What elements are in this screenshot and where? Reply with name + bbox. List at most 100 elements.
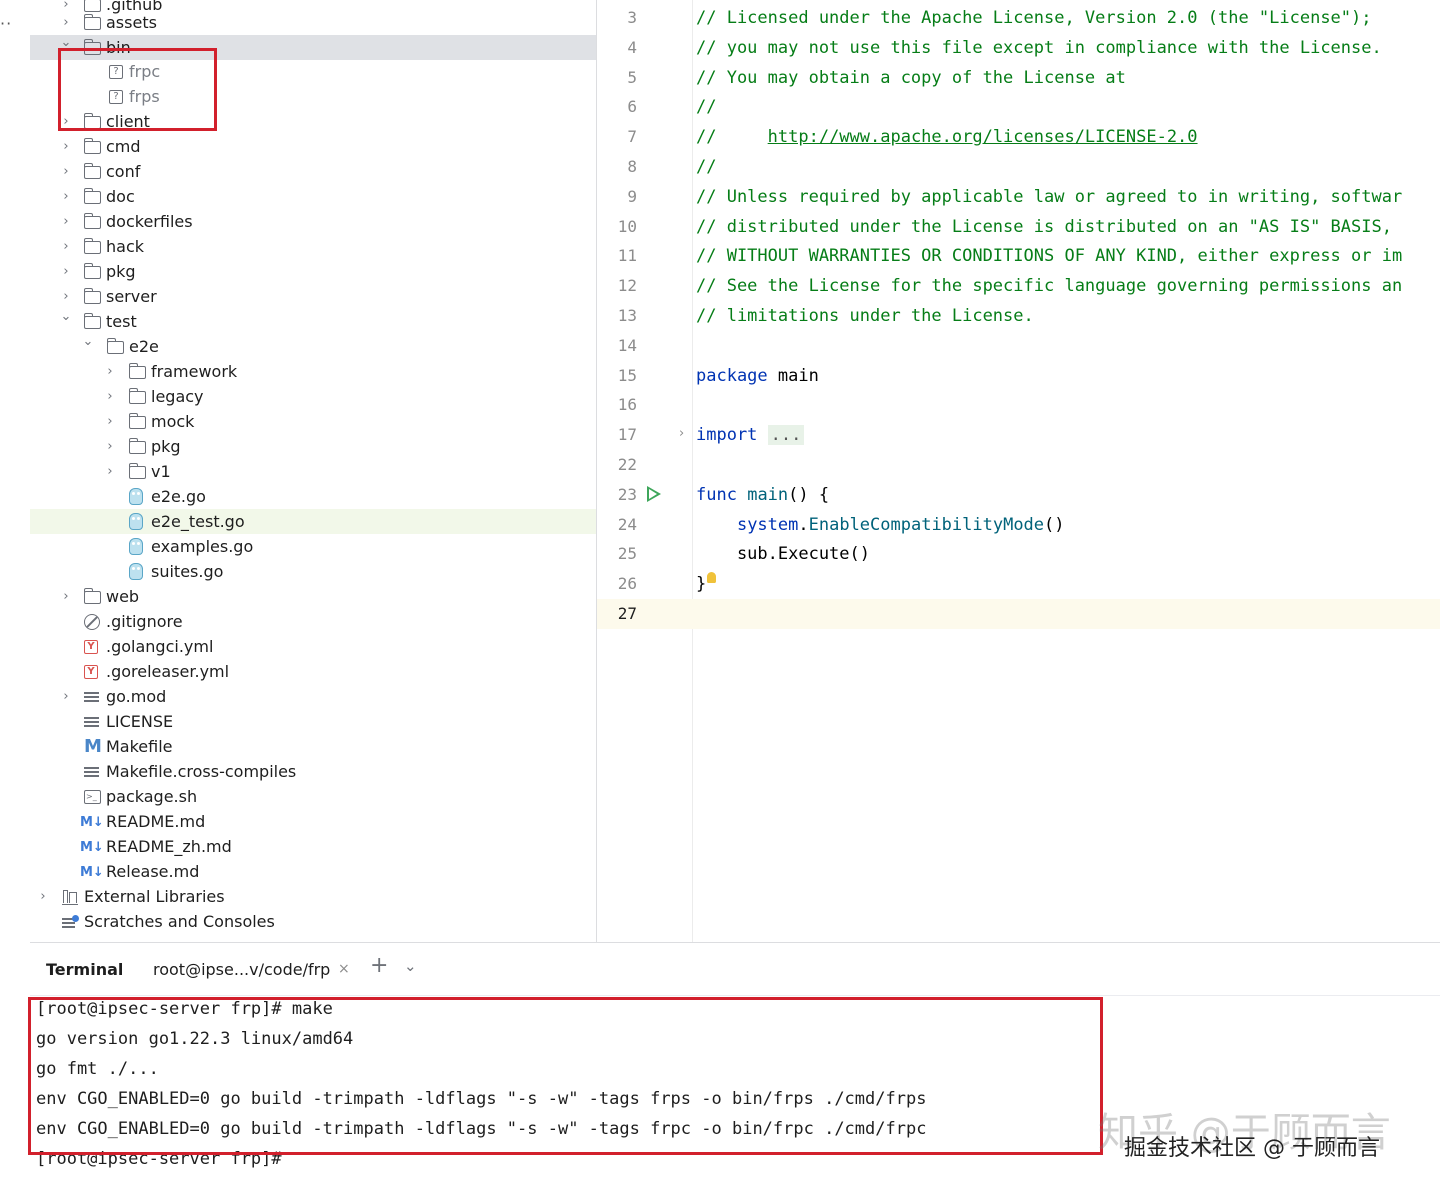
code-line[interactable]: 6 // — [597, 92, 1440, 122]
chevron-right-icon[interactable]: › — [59, 234, 73, 259]
code-line[interactable]: 3 // Licensed under the Apache License, V… — [597, 3, 1440, 33]
chevron-down-icon[interactable]: ⌄ — [59, 309, 73, 334]
code-text: // Licensed under the Apache License, Ve… — [696, 3, 1372, 33]
code-line[interactable]: 5 // You may obtain a copy of the License… — [597, 63, 1440, 93]
tree-item[interactable]: e2e_test.go — [30, 509, 596, 534]
code-line[interactable]: 12 // See the License for the specific la… — [597, 271, 1440, 301]
text-file-icon — [84, 766, 99, 779]
new-tab-icon[interactable]: + — [370, 953, 388, 978]
fold-chevron-icon[interactable]: › — [679, 426, 684, 441]
tree-item[interactable]: › framework — [30, 359, 596, 384]
tree-item[interactable]: Y .goreleaser.yml — [30, 659, 596, 684]
chevron-right-icon[interactable]: › — [59, 159, 73, 184]
tree-item[interactable]: ⌄ e2e — [30, 334, 596, 359]
code-line[interactable]: 7 // http://www.apache.org/licenses/LICEN… — [597, 122, 1440, 152]
tree-item[interactable]: LICENSE — [30, 709, 596, 734]
code-token: sub.Execute() — [696, 544, 870, 565]
go-file-icon — [129, 513, 143, 530]
code-line[interactable]: 23 func main() { — [597, 480, 1440, 510]
code-token: func — [696, 484, 737, 505]
tree-item-label: doc — [106, 187, 135, 206]
code-line[interactable]: 15 package main — [597, 361, 1440, 391]
chevron-right-icon[interactable]: › — [103, 459, 117, 484]
code-line[interactable]: 10 // distributed under the License is di… — [597, 212, 1440, 242]
tree-item[interactable]: Makefile.cross-compiles — [30, 759, 596, 784]
tree-item[interactable]: › web — [30, 584, 596, 609]
chevron-right-icon[interactable]: › — [59, 184, 73, 209]
chevron-right-icon[interactable]: › — [59, 10, 73, 35]
scratches-icon — [62, 915, 79, 929]
folder-icon — [83, 163, 101, 179]
chevron-right-icon[interactable]: › — [59, 284, 73, 309]
code-line[interactable]: 14 — [597, 331, 1440, 361]
tree-item[interactable]: .gitignore — [30, 609, 596, 634]
code-editor[interactable]: 3 // Licensed under the Apache License, V… — [597, 0, 1440, 942]
close-tab-icon[interactable]: × — [338, 961, 350, 977]
tree-item[interactable]: examples.go — [30, 534, 596, 559]
project-tree[interactable]: › .github › assets ⌄ bin? frpc? frps › client › cmd… — [30, 0, 596, 942]
code-line[interactable]: 24 system.EnableCompatibilityMode() — [597, 510, 1440, 540]
tree-item[interactable]: M↓ Release.md — [30, 859, 596, 884]
chevron-down-icon[interactable]: ⌄ — [404, 957, 417, 975]
code-line[interactable]: 16 — [597, 390, 1440, 420]
chevron-right-icon[interactable]: › — [103, 359, 117, 384]
code-line[interactable]: 8 // — [597, 152, 1440, 182]
tree-item[interactable]: › server — [30, 284, 596, 309]
tree-item[interactable]: › assets — [30, 10, 596, 35]
tree-item[interactable]: M↓ README.md — [30, 809, 596, 834]
tree-item-label: examples.go — [151, 537, 254, 556]
code-line[interactable]: 26} — [597, 569, 1440, 599]
chevron-right-icon[interactable]: › — [103, 434, 117, 459]
tree-item[interactable]: › External Libraries — [30, 884, 596, 909]
chevron-right-icon[interactable]: › — [36, 884, 50, 909]
tree-item[interactable]: suites.go — [30, 559, 596, 584]
line-number: 6 — [627, 97, 637, 117]
markdown-icon: M↓ — [80, 865, 104, 880]
run-icon[interactable] — [647, 486, 661, 502]
chevron-right-icon[interactable]: › — [59, 684, 73, 709]
code-line[interactable]: 13 // limitations under the License. — [597, 301, 1440, 331]
tree-item[interactable]: › pkg — [30, 434, 596, 459]
code-text: } — [696, 569, 706, 599]
tree-item[interactable]: Scratches and Consoles — [30, 909, 596, 934]
go-file-icon — [129, 563, 143, 580]
tree-item[interactable]: › v1 — [30, 459, 596, 484]
tree-item[interactable]: › dockerfiles — [30, 209, 596, 234]
code-line[interactable]: 25 sub.Execute() — [597, 539, 1440, 569]
code-line[interactable]: 4 // you may not use this file except in … — [597, 33, 1440, 63]
chevron-right-icon[interactable]: › — [103, 384, 117, 409]
tree-item[interactable]: Y .golangci.yml — [30, 634, 596, 659]
tree-item[interactable]: e2e.go — [30, 484, 596, 509]
tree-item[interactable]: M Makefile — [30, 734, 596, 759]
tree-item[interactable]: › conf — [30, 159, 596, 184]
code-line[interactable]: 11 // WITHOUT WARRANTIES OR CONDITIONS OF… — [597, 241, 1440, 271]
library-icon — [62, 890, 78, 905]
tree-item[interactable]: › cmd — [30, 134, 596, 159]
tree-item[interactable]: › hack — [30, 234, 596, 259]
code-line[interactable]: 9 // Unless required by applicable law or… — [597, 182, 1440, 212]
tree-item[interactable]: >_ package.sh — [30, 784, 596, 809]
code-line[interactable]: 17 import ... — [597, 420, 1440, 450]
tree-item[interactable]: › legacy — [30, 384, 596, 409]
tree-item[interactable]: › doc — [30, 184, 596, 209]
chevron-right-icon[interactable]: › — [59, 259, 73, 284]
terminal-tab[interactable]: root@ipse...v/code/frp — [153, 960, 330, 979]
code-line[interactable]: 22 — [597, 450, 1440, 480]
text-file-icon — [84, 691, 99, 704]
tree-item-label: go.mod — [106, 687, 167, 706]
tree-item[interactable]: › mock — [30, 409, 596, 434]
code-line[interactable]: 27 — [597, 599, 1440, 629]
lightbulb-icon[interactable] — [707, 572, 716, 583]
tree-item[interactable]: M↓ README_zh.md — [30, 834, 596, 859]
chevron-right-icon[interactable]: › — [59, 209, 73, 234]
chevron-down-icon[interactable]: ⌄ — [81, 334, 95, 359]
chevron-right-icon[interactable]: › — [59, 134, 73, 159]
tree-item[interactable]: › pkg — [30, 259, 596, 284]
tree-item-label: suites.go — [151, 562, 224, 581]
tree-item[interactable]: ⌄ test — [30, 309, 596, 334]
tree-item[interactable]: › go.mod — [30, 684, 596, 709]
code-token: // — [696, 157, 717, 177]
more-icon[interactable]: ·· — [0, 14, 12, 33]
chevron-right-icon[interactable]: › — [59, 584, 73, 609]
chevron-right-icon[interactable]: › — [103, 409, 117, 434]
